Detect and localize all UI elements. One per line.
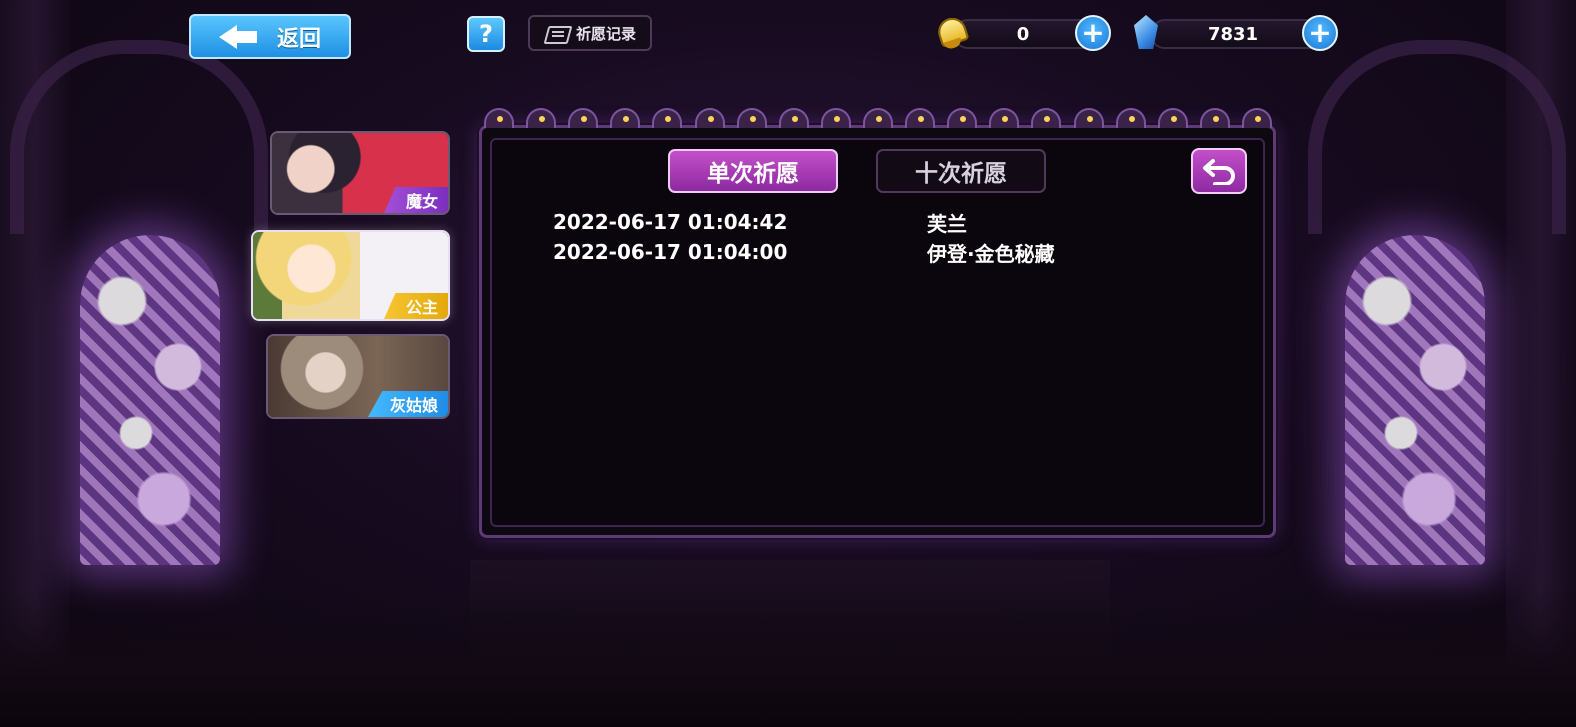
return-button[interactable] bbox=[1191, 148, 1247, 194]
record-time: 2022-06-17 01:04:42 bbox=[553, 210, 788, 234]
wish-records-button[interactable]: 祈愿记录 bbox=[528, 15, 652, 51]
help-button[interactable]: ? bbox=[467, 16, 505, 52]
bell-icon bbox=[932, 14, 972, 52]
left-arch bbox=[10, 40, 268, 234]
record-item: 伊登·金色秘藏 bbox=[927, 241, 1055, 266]
add-bell-button[interactable]: + bbox=[1075, 15, 1111, 51]
tab-single-wish[interactable]: 单次祈愿 bbox=[668, 149, 838, 193]
question-mark-icon: ? bbox=[479, 20, 493, 48]
character-tab-witch[interactable]: 魔女 bbox=[270, 131, 450, 215]
character-tab-cinderella[interactable]: 灰姑娘 bbox=[266, 334, 450, 419]
right-arch bbox=[1308, 40, 1566, 234]
record-item: 芙兰 bbox=[927, 211, 967, 236]
scroll-icon bbox=[544, 24, 570, 42]
panel-inner bbox=[490, 138, 1265, 527]
character-tab-princess[interactable]: 公主 bbox=[251, 230, 450, 321]
record-row: 2022-06-17 01:04:42 芙兰 bbox=[553, 207, 1253, 237]
back-button[interactable]: 返回 bbox=[189, 14, 351, 59]
undo-icon bbox=[1203, 159, 1235, 185]
crystal-amount: 7831 bbox=[1207, 23, 1259, 45]
tab-ten-wish[interactable]: 十次祈愿 bbox=[876, 149, 1046, 193]
bell-amount: 0 bbox=[1016, 23, 1030, 45]
record-time: 2022-06-17 01:04:00 bbox=[553, 240, 788, 264]
left-stained-window bbox=[80, 235, 220, 565]
right-stained-window bbox=[1345, 235, 1485, 565]
floor bbox=[0, 587, 1576, 727]
back-arrow-icon bbox=[218, 24, 259, 50]
add-crystal-button[interactable]: + bbox=[1302, 15, 1338, 51]
panel-ornament-trim bbox=[484, 108, 1272, 130]
crystal-icon bbox=[1130, 13, 1162, 53]
record-list: 2022-06-17 01:04:42 芙兰 2022-06-17 01:04:… bbox=[553, 207, 1253, 267]
back-button-label: 返回 bbox=[276, 26, 321, 52]
wish-records-label: 祈愿记录 bbox=[575, 24, 636, 43]
record-row: 2022-06-17 01:04:00 伊登·金色秘藏 bbox=[553, 237, 1253, 267]
